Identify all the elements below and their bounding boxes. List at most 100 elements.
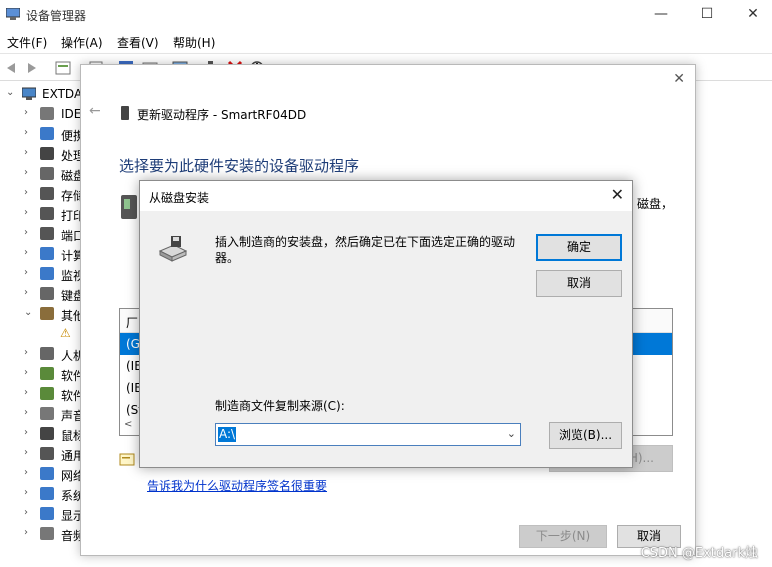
chevron-right-icon[interactable]: › bbox=[24, 207, 28, 218]
tree-item[interactable]: › 键盘 bbox=[0, 284, 90, 304]
tree-item[interactable]: › 便携 bbox=[0, 124, 90, 144]
menu-bar: 文件(F) 操作(A) 查看(V) 帮助(H) bbox=[0, 30, 772, 52]
chevron-right-icon[interactable]: › bbox=[24, 267, 28, 278]
certificate-icon bbox=[119, 453, 135, 466]
chevron-down-icon[interactable]: ⌄ bbox=[6, 87, 14, 98]
next-button[interactable]: 下一步(N) bbox=[519, 525, 607, 548]
chevron-right-icon[interactable]: › bbox=[24, 467, 28, 478]
computer-icon bbox=[22, 87, 36, 100]
ok-button[interactable]: 确定 bbox=[536, 234, 622, 261]
chevron-down-icon[interactable]: ⌄ bbox=[24, 307, 32, 318]
sound-icon bbox=[40, 407, 54, 420]
chevron-right-icon[interactable]: › bbox=[24, 287, 28, 298]
tree-item[interactable]: › 软件 bbox=[0, 384, 90, 404]
keyboard-icon bbox=[40, 287, 54, 300]
storage-icon bbox=[40, 187, 54, 200]
usb-device-icon bbox=[121, 106, 129, 120]
chevron-right-icon[interactable]: › bbox=[24, 407, 28, 418]
tree-item[interactable]: › IDE bbox=[0, 104, 90, 124]
hardware-icon bbox=[121, 195, 137, 219]
driver-signing-link[interactable]: 告诉我为什么驱动程序签名很重要 bbox=[147, 477, 327, 494]
chevron-right-icon[interactable]: › bbox=[24, 187, 28, 198]
menu-help[interactable]: 帮助(H) bbox=[173, 34, 215, 51]
tree-item[interactable]: › 磁盘 bbox=[0, 164, 90, 184]
back-arrow-icon[interactable]: ← bbox=[89, 103, 101, 119]
chevron-down-icon[interactable]: ⌄ bbox=[507, 427, 516, 440]
tree-item[interactable]: › 声音 bbox=[0, 404, 90, 424]
tree-item[interactable]: › 软件 bbox=[0, 364, 90, 384]
tree-item[interactable]: › 打印 bbox=[0, 204, 90, 224]
software-icon bbox=[40, 367, 54, 380]
scroll-left-icon[interactable]: < bbox=[124, 419, 132, 430]
cpu-icon bbox=[40, 147, 54, 160]
network-icon bbox=[40, 467, 54, 480]
tree-item[interactable]: › 显示 bbox=[0, 504, 90, 524]
display-icon bbox=[40, 507, 54, 520]
ide-icon bbox=[40, 107, 54, 120]
wizard-header: 更新驱动程序 - SmartRF04DD bbox=[137, 108, 307, 122]
maximize-button[interactable]: ☐ bbox=[684, 0, 730, 30]
chevron-right-icon[interactable]: › bbox=[24, 127, 28, 138]
menu-action[interactable]: 操作(A) bbox=[61, 34, 103, 51]
mouse-icon bbox=[40, 427, 54, 440]
chevron-right-icon[interactable]: › bbox=[24, 527, 28, 538]
system-icon bbox=[40, 487, 54, 500]
wizard-close-icon[interactable]: ✕ bbox=[673, 71, 685, 87]
chevron-right-icon[interactable]: › bbox=[24, 347, 28, 358]
tree-item[interactable]: › 网络 bbox=[0, 464, 90, 484]
dialog-cancel-button[interactable]: 取消 bbox=[536, 270, 622, 297]
chevron-right-icon[interactable]: › bbox=[24, 227, 28, 238]
source-combobox[interactable]: A:\ ⌄ bbox=[215, 423, 521, 446]
wizard-heading: 选择要为此硬件安装的设备驱动程序 bbox=[119, 157, 360, 175]
tree-item[interactable]: › 计算 bbox=[0, 244, 90, 264]
audio-icon bbox=[40, 527, 54, 540]
title-bar: 设备管理器 — ☐ ✕ bbox=[0, 0, 772, 30]
tree-item[interactable]: › 存储 bbox=[0, 184, 90, 204]
chevron-right-icon[interactable]: › bbox=[24, 427, 28, 438]
chevron-right-icon[interactable]: › bbox=[24, 487, 28, 498]
software-icon bbox=[40, 387, 54, 400]
chevron-right-icon[interactable]: › bbox=[24, 387, 28, 398]
chevron-right-icon[interactable]: › bbox=[24, 107, 28, 118]
tree-item[interactable]: › 端口 bbox=[0, 224, 90, 244]
source-value[interactable]: A:\ bbox=[218, 427, 237, 442]
chevron-right-icon[interactable]: › bbox=[24, 167, 28, 178]
browse-button[interactable]: 浏览(B)... bbox=[549, 422, 622, 449]
tree-item[interactable]: › 鼠标 bbox=[0, 424, 90, 444]
tree-item[interactable]: › 人机 bbox=[0, 344, 90, 364]
tree-root[interactable]: ⌄ EXTDA bbox=[0, 84, 90, 104]
tree-item[interactable]: ⌄ 其他 bbox=[0, 304, 90, 324]
minimize-button[interactable]: — bbox=[638, 0, 684, 30]
wizard-right-text: 磁盘， bbox=[637, 197, 674, 211]
back-icon[interactable] bbox=[3, 60, 19, 76]
port-icon bbox=[40, 227, 54, 240]
tree-child-unknown-device[interactable]: ⚠ bbox=[0, 324, 90, 344]
chevron-right-icon[interactable]: › bbox=[24, 247, 28, 258]
hid-icon bbox=[40, 347, 54, 360]
app-title: 设备管理器 bbox=[26, 9, 87, 23]
forward-icon[interactable] bbox=[24, 60, 40, 76]
chevron-right-icon[interactable]: › bbox=[24, 367, 28, 378]
properties-icon[interactable] bbox=[55, 60, 71, 76]
disk-icon bbox=[40, 167, 54, 180]
chevron-right-icon[interactable]: › bbox=[24, 147, 28, 158]
menu-view[interactable]: 查看(V) bbox=[117, 34, 159, 51]
computer-icon bbox=[40, 247, 54, 260]
portable-icon bbox=[40, 127, 54, 140]
list-item-label: (G bbox=[126, 337, 140, 351]
tree-item-label: IDE bbox=[61, 107, 82, 121]
tree-item[interactable]: › 系统 bbox=[0, 484, 90, 504]
monitor-icon bbox=[40, 267, 54, 280]
chevron-right-icon[interactable]: › bbox=[24, 507, 28, 518]
tree-item[interactable]: › 通用 bbox=[0, 444, 90, 464]
menu-file[interactable]: 文件(F) bbox=[7, 34, 47, 51]
device-tree: ⌄ EXTDA › IDE › 便携 › 处理 › 磁盘 › 存储 › 打印 › 端口 › 计算 › 监视 › 键盘 ⌄… bbox=[0, 82, 90, 562]
usb-icon bbox=[40, 447, 54, 460]
tree-item[interactable]: › 监视 bbox=[0, 264, 90, 284]
source-label: 制造商文件复制来源(C): bbox=[215, 399, 345, 413]
close-button[interactable]: ✕ bbox=[730, 0, 772, 30]
dialog-close-icon[interactable]: ✕ bbox=[611, 185, 624, 204]
chevron-right-icon[interactable]: › bbox=[24, 447, 28, 458]
tree-item[interactable]: › 音频 bbox=[0, 524, 90, 544]
tree-item[interactable]: › 处理 bbox=[0, 144, 90, 164]
